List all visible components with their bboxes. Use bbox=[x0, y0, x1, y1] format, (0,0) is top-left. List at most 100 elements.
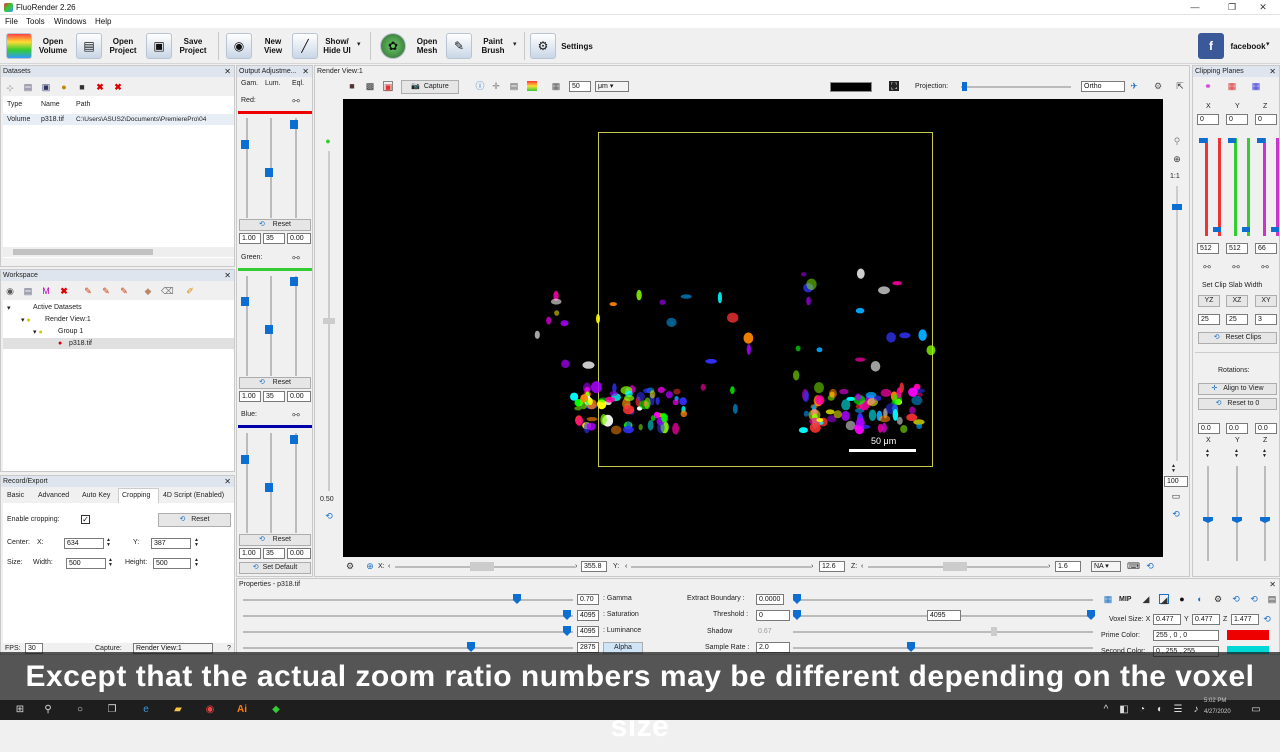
voxel-x-input[interactable]: 0.477 bbox=[1153, 614, 1181, 625]
col-type[interactable]: Type bbox=[7, 101, 22, 108]
enable-cropping-checkbox[interactable]: ✓ bbox=[81, 515, 90, 524]
add-mask-icon[interactable]: M bbox=[41, 286, 51, 296]
paint-brush-dropdown-icon[interactable]: ▾ bbox=[513, 40, 517, 48]
prime-color-input[interactable]: 255 , 0 , 0 bbox=[1153, 630, 1219, 641]
cortana-icon[interactable]: ○ bbox=[74, 704, 86, 716]
monitor-icon[interactable]: ▭ bbox=[1171, 491, 1181, 501]
facebook-button[interactable]: f facebook bbox=[1198, 31, 1268, 61]
eye-icon[interactable]: ◉ bbox=[5, 286, 15, 296]
red-lum-slider[interactable] bbox=[265, 168, 273, 177]
facebook-dropdown-icon[interactable]: ▾ bbox=[1266, 40, 1270, 48]
clip-mode-icon[interactable]: ▦ bbox=[1251, 81, 1261, 91]
sync-view-icon[interactable]: ⟲ bbox=[1231, 594, 1241, 604]
volume-icon[interactable]: ♪ bbox=[1190, 704, 1202, 716]
tab-advanced[interactable]: Advanced bbox=[38, 492, 69, 499]
crosshair-icon[interactable]: ✛ bbox=[491, 81, 501, 91]
link-icon[interactable]: ⚭ bbox=[1203, 81, 1213, 91]
extract-boundary-slider[interactable] bbox=[793, 594, 801, 604]
keyboard-icon[interactable]: ⌨ bbox=[1127, 561, 1140, 571]
tab-cropping[interactable]: Cropping bbox=[118, 488, 159, 503]
blue-gamma-slider[interactable] bbox=[241, 455, 249, 464]
clip-x-min-slider[interactable] bbox=[1199, 138, 1207, 143]
save-default-icon[interactable]: ▤ bbox=[1267, 594, 1277, 604]
add-group-icon[interactable]: ▤ bbox=[23, 286, 33, 296]
threshold-low-slider[interactable] bbox=[793, 610, 801, 620]
reset-voxel-icon[interactable]: ⟲ bbox=[1262, 614, 1272, 624]
menu-help[interactable]: Help bbox=[95, 17, 111, 26]
rot-y-input[interactable]: 0.0 bbox=[1226, 423, 1248, 434]
blue-lum-slider[interactable] bbox=[265, 483, 273, 492]
rotation-target-icon[interactable]: ⊕ bbox=[365, 561, 375, 571]
height-input[interactable]: 500 bbox=[153, 558, 191, 569]
dot-icon[interactable]: ● bbox=[1177, 594, 1187, 604]
saturation-slider[interactable] bbox=[563, 610, 571, 620]
background-color-swatch[interactable] bbox=[830, 82, 872, 92]
mip-icon[interactable]: ▦ bbox=[1103, 594, 1113, 604]
clip-x-max-input[interactable]: 512 bbox=[1197, 243, 1219, 254]
close-icon[interactable]: ✕ bbox=[224, 270, 231, 281]
zoom-slider[interactable] bbox=[1172, 204, 1182, 210]
angle-step-select[interactable]: NA ▾ bbox=[1091, 561, 1121, 572]
table-row[interactable]: Volume p318.tif C:\Users\ASUS2\Documents… bbox=[3, 114, 234, 125]
threshold-high-input[interactable]: 4095 bbox=[927, 610, 961, 621]
center-x-input[interactable]: 634 bbox=[64, 538, 104, 549]
horizontal-scrollbar[interactable] bbox=[3, 247, 234, 257]
fluorender-taskbar-icon[interactable]: ◆ bbox=[270, 704, 282, 716]
rot-x-input[interactable]: 0.0 bbox=[1198, 423, 1220, 434]
clip-slab-xz-button[interactable]: XZ bbox=[1226, 295, 1248, 307]
close-icon[interactable]: ✕ bbox=[224, 476, 231, 487]
info-icon[interactable]: ⓘ bbox=[475, 81, 485, 91]
fullscreen-icon[interactable]: ⛶ bbox=[889, 81, 899, 91]
minimize-button[interactable]: — bbox=[1178, 0, 1212, 15]
center-icon[interactable]: ⊕ bbox=[1172, 154, 1182, 164]
z-rotation-input[interactable]: 1.6 bbox=[1055, 561, 1081, 572]
luminance-input[interactable]: 4095 bbox=[577, 626, 599, 637]
clip-slab-xy-button[interactable]: XY bbox=[1255, 295, 1277, 307]
align-to-view-button[interactable]: ✛ Align to View bbox=[1198, 383, 1277, 395]
reset-view-icon[interactable]: ⚙ bbox=[1153, 81, 1163, 91]
sync-icon[interactable]: ⚯ bbox=[291, 96, 301, 106]
bake-icon[interactable]: ● bbox=[59, 82, 69, 92]
export-icon[interactable]: ■ bbox=[77, 82, 87, 92]
save-icon[interactable]: ▣ bbox=[41, 82, 51, 92]
x-rotation-slider[interactable] bbox=[470, 562, 494, 571]
col-path[interactable]: Path bbox=[76, 101, 90, 108]
illustrator-icon[interactable]: Ai bbox=[236, 704, 248, 716]
close-button[interactable]: ✕ bbox=[1246, 0, 1280, 15]
tree-selected-volume[interactable]: ● p318.tif bbox=[3, 338, 234, 349]
center-y-input[interactable]: 387 bbox=[151, 538, 191, 549]
paint-icon[interactable]: ✐ bbox=[185, 286, 195, 296]
voxel-y-input[interactable]: 0.477 bbox=[1192, 614, 1220, 625]
menu-file[interactable]: File bbox=[5, 17, 18, 26]
tab-basic[interactable]: Basic bbox=[7, 492, 24, 499]
free-fly-icon[interactable]: ✈ bbox=[1129, 81, 1139, 91]
invert-icon[interactable]: ◢ bbox=[1159, 594, 1169, 605]
voxel-z-input[interactable]: 1.477 bbox=[1231, 614, 1259, 625]
interpolate-icon[interactable]: ◐ bbox=[1195, 594, 1205, 604]
luminance-slider[interactable] bbox=[563, 626, 571, 636]
red-gamma-slider[interactable] bbox=[241, 140, 249, 149]
green-gamma-input[interactable]: 1.00 bbox=[239, 391, 261, 402]
brush-add-icon[interactable]: ✎ bbox=[101, 286, 111, 296]
show-hide-dropdown-icon[interactable]: ▾ bbox=[357, 40, 361, 48]
open-project-button[interactable]: ▤ Open Project bbox=[76, 31, 140, 61]
reset-zoom-icon[interactable]: ⟲ bbox=[1171, 509, 1181, 519]
clear-icon[interactable]: ⌫ bbox=[161, 286, 174, 296]
ortho-input[interactable]: Ortho bbox=[1081, 81, 1125, 92]
add-icon[interactable]: ⊹ bbox=[5, 83, 15, 93]
open-volume-button[interactable]: Open Volume bbox=[6, 31, 70, 61]
rot-z-slider[interactable] bbox=[1260, 517, 1270, 523]
clip-y-max-slider[interactable] bbox=[1242, 227, 1250, 232]
tab-4d-script[interactable]: 4D Script (Enabled) bbox=[163, 492, 224, 499]
tree-group[interactable]: Group 1 bbox=[58, 328, 83, 335]
link-z-icon[interactable]: ⚯ bbox=[1260, 262, 1270, 272]
set-default-button[interactable]: ⟲ Set Default bbox=[239, 562, 311, 574]
clip-x-min-input[interactable]: 0 bbox=[1197, 114, 1219, 125]
delete-icon[interactable]: ✖ bbox=[95, 82, 105, 92]
blue-lum-input[interactable]: 35 bbox=[263, 548, 285, 559]
tree-render-view[interactable]: Render View:1 bbox=[45, 316, 91, 323]
list-icon[interactable]: ▤ bbox=[23, 82, 33, 92]
eraser-icon[interactable]: ◆ bbox=[143, 286, 153, 296]
close-icon[interactable]: ✕ bbox=[224, 66, 231, 77]
green-gamma-slider[interactable] bbox=[241, 297, 249, 306]
